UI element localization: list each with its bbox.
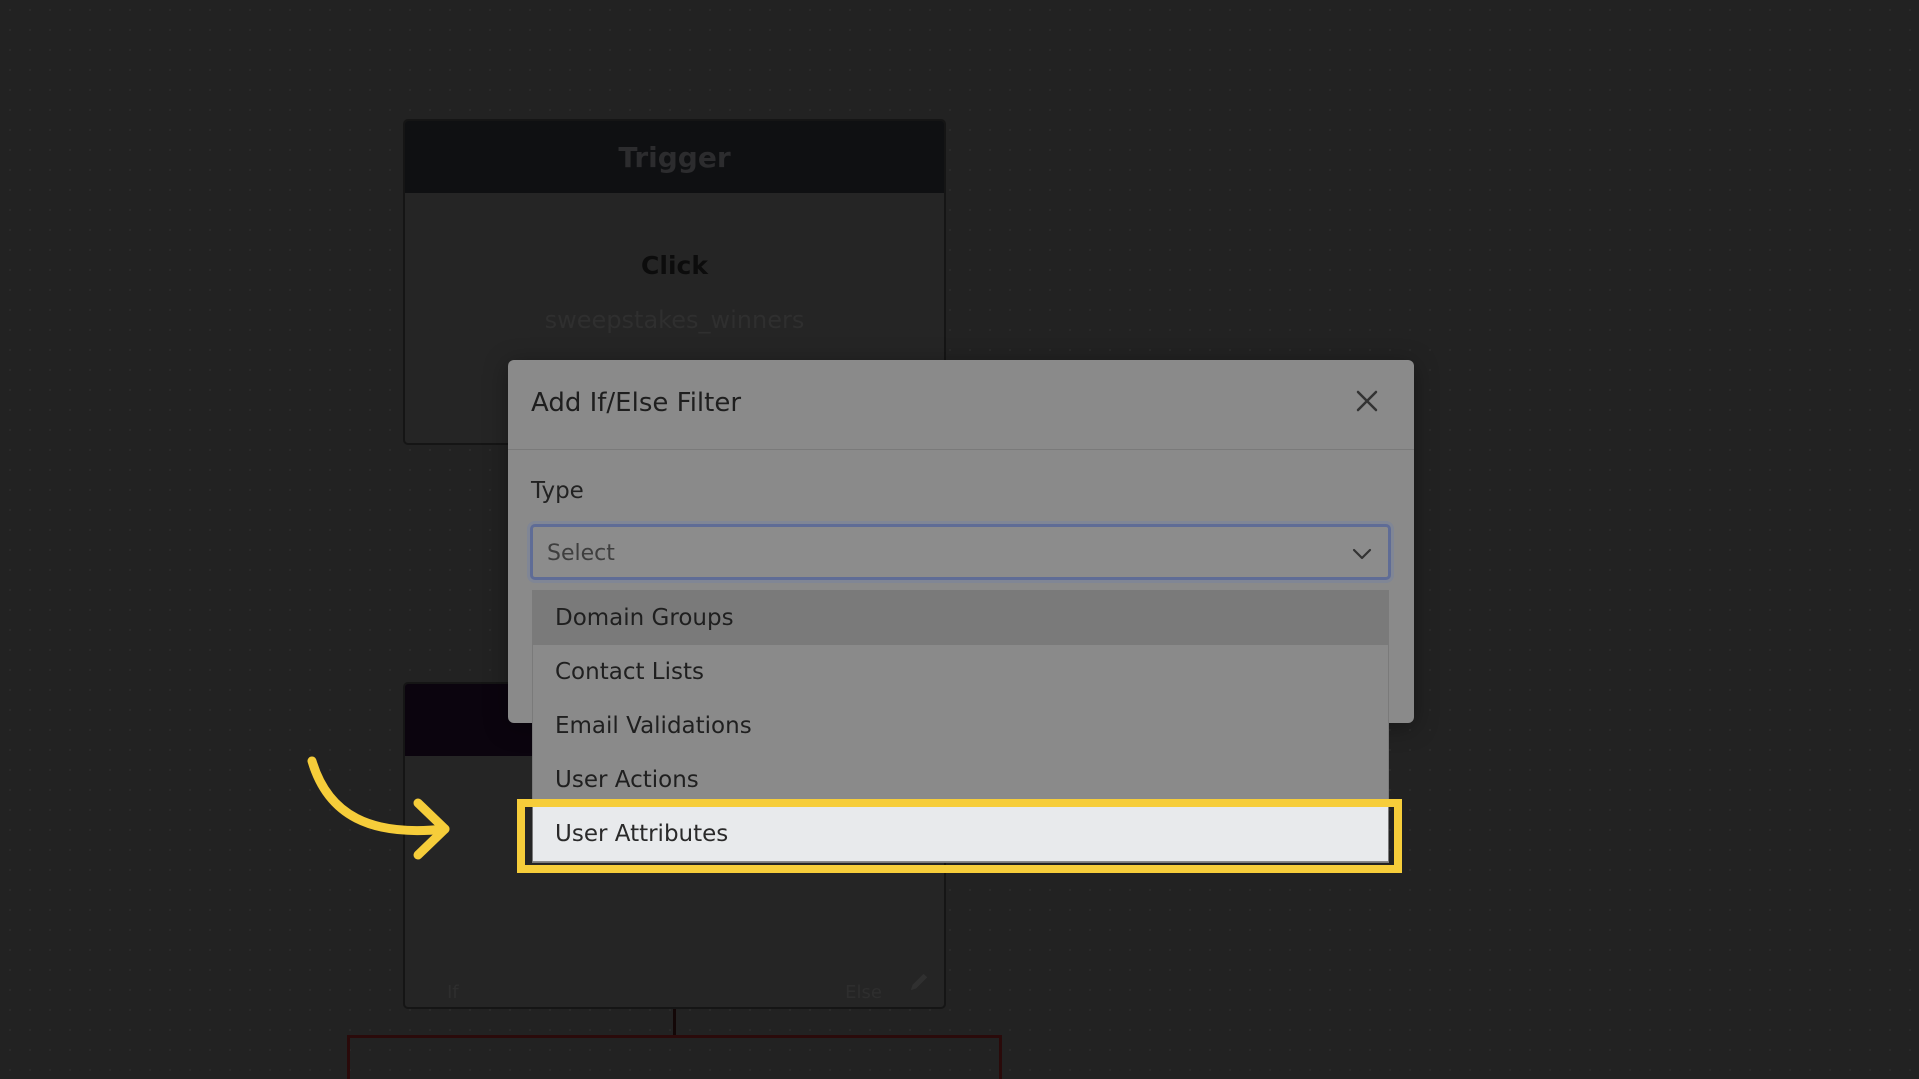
option-email-validations[interactable]: Email Validations (533, 699, 1388, 753)
option-domain-groups[interactable]: Domain Groups (533, 591, 1388, 645)
connector-line (673, 1009, 676, 1037)
type-label: Type (531, 478, 584, 504)
branch-connector (347, 1035, 1002, 1079)
trigger-node-header: Trigger (405, 121, 944, 193)
trigger-node-title: Click (641, 251, 708, 280)
option-contact-lists[interactable]: Contact Lists (533, 645, 1388, 699)
highlight-box (517, 799, 1402, 873)
arrow-icon (307, 756, 450, 860)
branch-else-label: Else (845, 982, 882, 1003)
branch-if-label: If (447, 982, 459, 1003)
chevron-down-icon (1352, 548, 1372, 560)
close-icon[interactable] (1350, 384, 1384, 418)
pencil-icon[interactable] (908, 971, 930, 993)
modal-title: Add If/Else Filter (531, 388, 742, 418)
type-select-value: Select (547, 541, 615, 566)
trigger-node-subtitle: sweepstakes_winners (544, 306, 805, 334)
modal-header: Add If/Else Filter (508, 360, 1414, 450)
type-select[interactable]: Select (530, 524, 1391, 580)
